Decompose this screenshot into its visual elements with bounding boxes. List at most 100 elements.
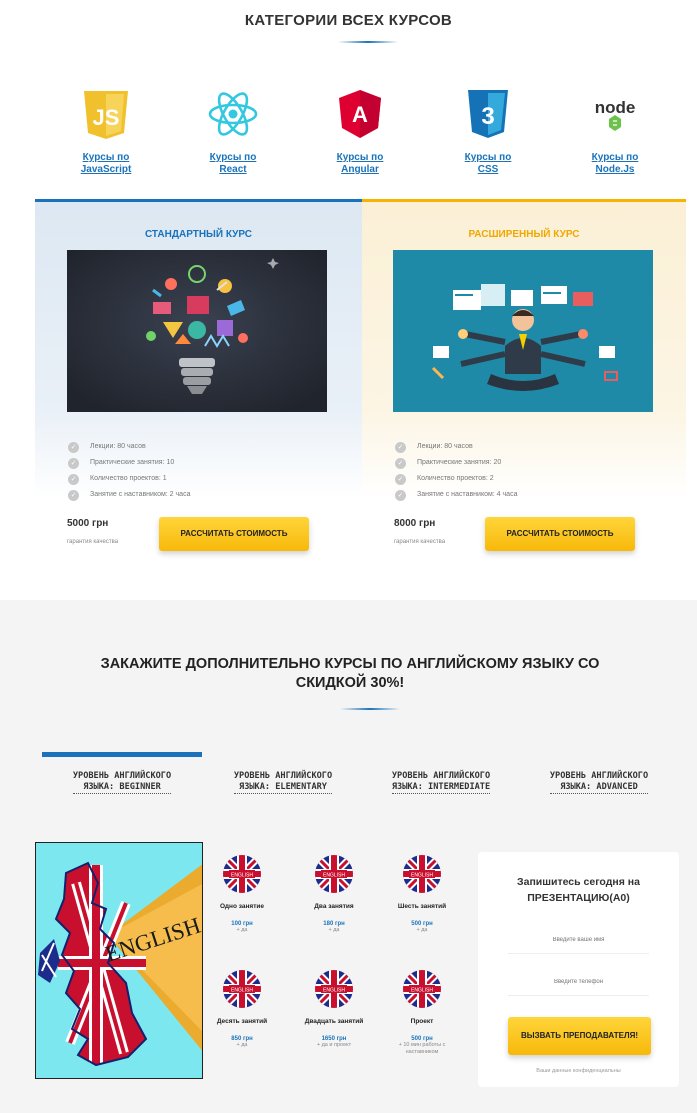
angular-icon: A [339,90,381,138]
check-icon: ✓ [68,473,79,485]
feature-item: ✓ Количество проектов: 1 [68,471,190,487]
tab-intermediate[interactable]: УРОВЕНЬ АНГЛИЙСКОГО ЯЗЫКА: INTERMEDIATE [361,752,521,794]
standard-plan-card: СТАНДАРТНЫЙ КУРС ✓ Лекции: 80 часов ✓ Пр… [35,199,362,501]
react-icon [208,92,258,136]
check-icon: ✓ [395,489,406,501]
tab-label: УРОВЕНЬ АНГЛИЙСКОГО ЯЗЫКА: INTERMEDIATE [391,771,491,794]
title-underline [338,41,398,43]
feature-item: ✓ Лекции: 80 часов [395,439,517,455]
lesson-card[interactable]: ENGLISH Шесть занятий 500 грн + да [386,855,458,934]
english-section-title: ЗАКАЖИТЕ ДОПОЛНИТЕЛЬНО КУРСЫ ПО АНГЛИЙСК… [100,656,600,691]
tab-label: УРОВЕНЬ АНГЛИЙСКОГО ЯЗЫКА: ELEMENTARY [233,771,333,794]
advanced-calculate-button[interactable]: РАССЧИТАТЬ СТОИМОСТЬ [485,517,635,551]
english-section: ЗАКАЖИТЕ ДОПОЛНИТЕЛЬНО КУРСЫ ПО АНГЛИЙСК… [0,600,697,1113]
svg-text:ENGLISH: ENGLISH [411,873,433,879]
category-link-javascript[interactable]: Курсы по JavaScript [61,152,151,176]
category-link-nodejs[interactable]: Курсы по Node.Js [570,152,660,176]
feature-list: ✓ Лекции: 80 часов ✓ Практические занятия:… [395,439,517,503]
active-tab-indicator [42,752,202,757]
lesson-card[interactable]: ENGLISH Проект 500 грн + 10 мин работы с… [386,970,458,1056]
check-icon: ✓ [68,489,79,501]
lesson-card[interactable]: ENGLISH Два занятия 180 грн + да [298,855,370,934]
standard-price: 5000 грн [67,518,109,529]
tab-beginner[interactable]: УРОВЕНЬ АНГЛИЙСКОГО ЯЗЫКА: BEGINNER [42,752,202,794]
uk-flag-icon: ENGLISH [223,855,261,893]
feature-item: ✓ Занятие с наставником: 4 часа [395,487,517,503]
lesson-note: + да [236,927,248,933]
lesson-name: Шесть занятий [397,903,447,910]
multitasking-man-illustration [393,250,653,412]
javascript-icon: JS [84,91,128,139]
lesson-name: Проект [410,1018,434,1025]
lesson-note: + да и проект [316,1042,352,1048]
svg-text:3: 3 [481,103,494,130]
svg-text:ENGLISH: ENGLISH [231,873,253,879]
lesson-name: Два занятия [314,903,354,910]
category-javascript[interactable]: JS Курсы по JavaScript [61,88,151,176]
nodejs-icon: node [595,98,636,131]
plan-title: СТАНДАРТНЫЙ КУРС [144,229,253,240]
feature-item: ✓ Лекции: 80 часов [68,439,190,455]
lesson-name: Десять занятий [216,1018,268,1025]
tab-elementary[interactable]: УРОВЕНЬ АНГЛИЙСКОГО ЯЗЫКА: ELEMENTARY [203,752,363,794]
category-link-react[interactable]: Курсы по React [188,152,278,176]
lesson-name: Одно занятие [220,903,264,910]
check-icon: ✓ [68,441,79,453]
svg-text:ENGLISH: ENGLISH [323,873,345,879]
phone-input[interactable] [508,968,649,996]
uk-flag-icon: ENGLISH [403,970,441,1008]
uk-flag-icon: ENGLISH [403,855,441,893]
feature-list: ✓ Лекции: 80 часов ✓ Практические занятия:… [68,439,190,503]
svg-text:ENGLISH: ENGLISH [231,988,253,994]
svg-text:ENGLISH: ENGLISH [411,988,433,994]
name-input[interactable] [508,926,649,954]
form-title: Запишитесь сегодня на ПРЕЗЕНТАЦИЮ(А0) [517,876,640,904]
advanced-guarantee: гарантия качества [394,539,446,545]
lesson-note: + да [328,927,340,933]
svg-text:A: A [352,102,368,127]
css-icon: 3 [468,90,508,138]
svg-text:ENGLISH: ENGLISH [323,988,345,994]
lesson-note: + да [416,927,428,933]
svg-text:JS: JS [93,105,120,130]
categories-title: КАТЕГОРИИ ВСЕХ КУРСОВ [244,12,453,29]
category-angular[interactable]: A Курсы по Angular [315,88,405,176]
feature-item: ✓ Занятие с наставником: 2 часа [68,487,190,503]
uk-flag-icon: ENGLISH [315,970,353,1008]
category-react[interactable]: Курсы по React [188,88,278,176]
plan-title: РАСШИРЕННЫЙ КУРС [468,229,580,240]
advanced-price: 8000 грн [394,518,436,529]
check-icon: ✓ [395,473,406,485]
tab-label: УРОВЕНЬ АНГЛИЙСКОГО ЯЗЫКА: BEGINNER [72,771,172,794]
category-link-angular[interactable]: Курсы по Angular [315,152,405,176]
lesson-card[interactable]: ENGLISH Двадцать занятий 1650 грн + да и… [298,970,370,1049]
feature-item: ✓ Количество проектов: 2 [395,471,517,487]
title-underline [340,708,400,710]
lesson-card[interactable]: ENGLISH Десять занятий 850 грн + да [206,970,278,1049]
check-icon: ✓ [395,441,406,453]
category-nodejs[interactable]: node Курсы по Node.Js [570,88,660,176]
presentation-signup-form: Запишитесь сегодня наПРЕЗЕНТАЦИЮ(А0) ВЫЗ… [478,852,679,1087]
check-icon: ✓ [395,457,406,469]
uk-flag-icon: ENGLISH [315,855,353,893]
lesson-note: + да [236,1042,248,1048]
lesson-note: + 10 мин работы с наставником [398,1042,446,1055]
lesson-card[interactable]: ENGLISH Одно занятие 100 грн + да [206,855,278,934]
english-uk-map-image: ENGLISH [35,842,203,1079]
category-link-css[interactable]: Курсы по CSS [443,152,533,176]
svg-text:node: node [595,98,636,117]
uk-flag-icon: ENGLISH [223,970,261,1008]
lesson-name: Двадцать занятий [304,1018,364,1025]
feature-item: ✓ Практические занятия: 20 [395,455,517,471]
privacy-note: Ваши данные конфиденциальны [536,1068,621,1074]
category-css[interactable]: 3 Курсы по CSS [443,88,533,176]
lightbulb-illustration [67,250,327,412]
standard-calculate-button[interactable]: РАССЧИТАТЬ СТОИМОСТЬ [159,517,309,551]
standard-guarantee: гарантия качества [67,539,119,545]
tab-advanced[interactable]: УРОВЕНЬ АНГЛИЙСКОГО ЯЗЫКА: ADVANCED [519,752,679,794]
call-teacher-button[interactable]: ВЫЗВАТЬ ПРЕПОДАВАТЕЛЯ! [508,1017,651,1055]
check-icon: ✓ [68,457,79,469]
tab-label: УРОВЕНЬ АНГЛИЙСКОГО ЯЗЫКА: ADVANCED [549,771,649,794]
feature-item: ✓ Практические занятия: 10 [68,455,190,471]
advanced-plan-card: РАСШИРЕННЫЙ КУРС ✓ Лекции: 80 часов ✓ Пр… [362,199,686,501]
